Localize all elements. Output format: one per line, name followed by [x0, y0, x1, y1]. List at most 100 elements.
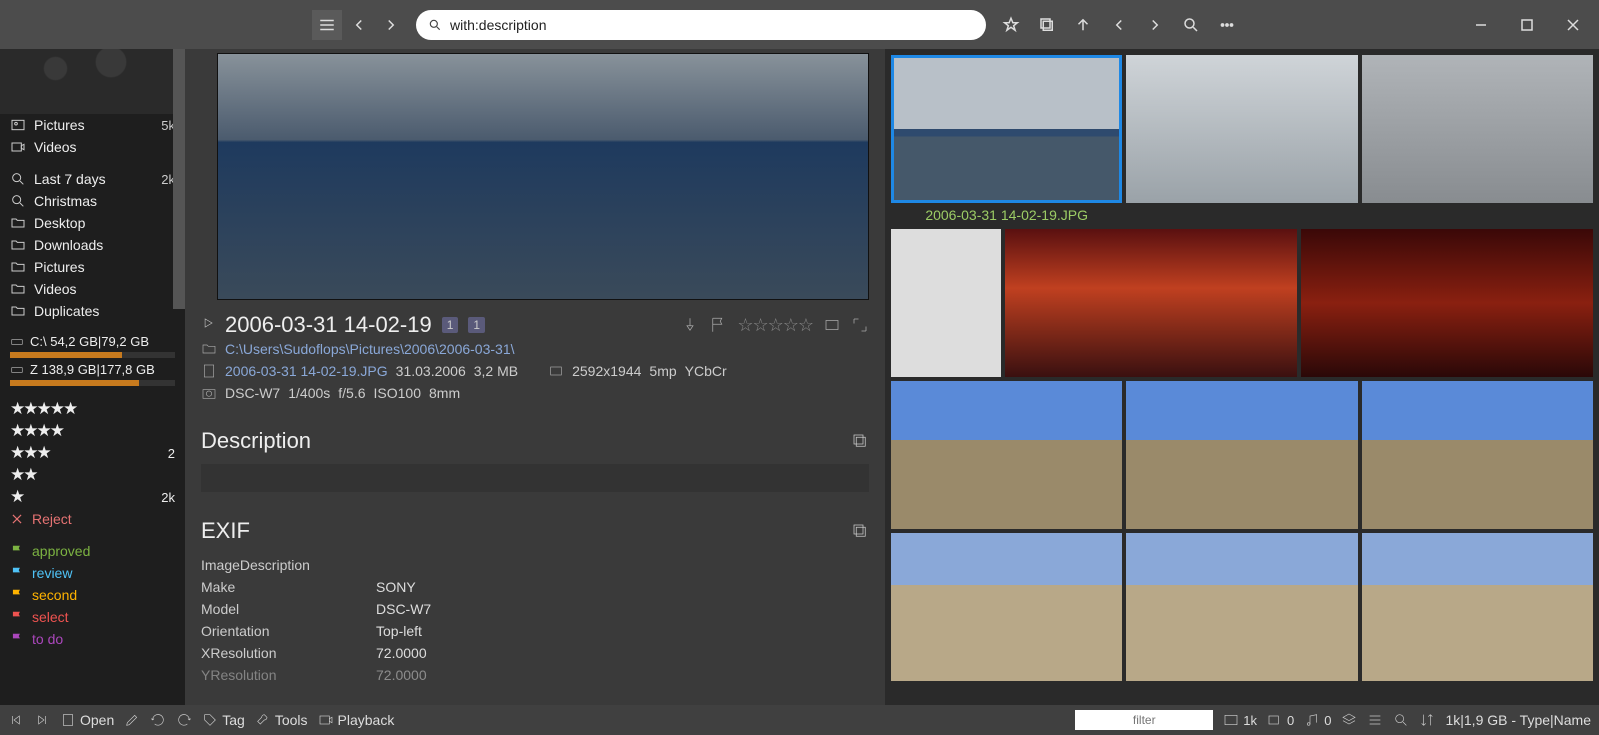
file-icon	[201, 363, 217, 379]
flag-todo[interactable]: to do	[0, 628, 185, 650]
rating-2[interactable]: ★★	[0, 464, 185, 486]
thumbnail[interactable]	[1301, 229, 1593, 377]
label: Videos	[34, 139, 175, 155]
rotate-right-button[interactable]	[176, 712, 192, 728]
minimize-button[interactable]	[1461, 10, 1501, 40]
copy-icon[interactable]	[851, 432, 869, 450]
sidebar-item-videos-folder[interactable]: Videos	[0, 278, 185, 300]
back-button[interactable]	[344, 10, 374, 40]
sidebar-item-last7days[interactable]: Last 7 days2k	[0, 168, 185, 190]
flag-icon	[10, 610, 24, 624]
camera-model: DSC-W7	[225, 385, 280, 401]
thumbnail[interactable]	[1126, 381, 1357, 529]
path-link[interactable]: C:\Users\Sudoflops\Pictures\2006\2006-03…	[225, 341, 515, 357]
sidebar-item-videos[interactable]: Videos	[0, 136, 185, 158]
first-button[interactable]	[8, 712, 24, 728]
rotate-left-button[interactable]	[150, 712, 166, 728]
map-thumbnail[interactable]	[0, 49, 185, 114]
sidebar-item-pictures-folder[interactable]: Pictures	[0, 256, 185, 278]
thumbnail[interactable]	[891, 533, 1122, 681]
flag-second[interactable]: second	[0, 584, 185, 606]
thumbnail[interactable]	[891, 229, 1001, 377]
play-button[interactable]	[201, 316, 215, 335]
window-icon[interactable]	[823, 316, 841, 334]
playback-button[interactable]: Playback	[318, 712, 395, 728]
copy-button[interactable]	[1032, 10, 1062, 40]
file-size: 3,2 MB	[474, 363, 518, 379]
menu-button[interactable]	[312, 10, 342, 40]
drive-z[interactable]: Z 138,9 GB|177,8 GB	[0, 360, 185, 388]
maximize-button[interactable]	[1507, 10, 1547, 40]
close-button[interactable]	[1553, 10, 1593, 40]
badge: 1	[442, 317, 459, 333]
sidebar-item-christmas[interactable]: Christmas	[0, 190, 185, 212]
sidebar-scrollbar[interactable]	[173, 49, 185, 309]
expand-icon[interactable]	[851, 316, 869, 334]
copy-icon[interactable]	[851, 522, 869, 540]
thumbnail[interactable]	[1362, 55, 1593, 203]
tag-button[interactable]: Tag	[202, 712, 245, 728]
sidebar-item-desktop[interactable]: Desktop	[0, 212, 185, 234]
zoom-button[interactable]	[1393, 712, 1409, 728]
iso: ISO100	[374, 385, 421, 401]
edit-button[interactable]	[124, 712, 140, 728]
up-button[interactable]	[1068, 10, 1098, 40]
favorite-button[interactable]	[996, 10, 1026, 40]
reject-button[interactable]: Reject	[0, 508, 185, 530]
flag-select[interactable]: select	[0, 606, 185, 628]
search-toggle[interactable]	[1176, 10, 1206, 40]
sidebar: Pictures 5k Videos Last 7 days2k Christm…	[0, 49, 185, 705]
forward-button[interactable]	[376, 10, 406, 40]
thumbnail[interactable]	[1005, 229, 1297, 377]
rating-3[interactable]: ★★★2	[0, 442, 185, 464]
flag-icon	[10, 588, 24, 602]
flag-icon	[10, 632, 24, 646]
more-button[interactable]	[1212, 10, 1242, 40]
filename-link[interactable]: 2006-03-31 14-02-19.JPG	[225, 363, 388, 379]
drive-icon	[10, 363, 24, 377]
exif-row: ImageDescription	[201, 554, 869, 576]
next-button[interactable]	[1140, 10, 1170, 40]
rating-1[interactable]: ★2k	[0, 486, 185, 508]
flag-icon[interactable]	[709, 316, 727, 334]
file-date: 31.03.2006	[396, 363, 466, 379]
list-view-button[interactable]	[1367, 712, 1383, 728]
preview-image[interactable]	[217, 53, 869, 300]
filter-input[interactable]	[1075, 710, 1213, 730]
description-field[interactable]	[201, 464, 869, 492]
thumbnail[interactable]	[1362, 381, 1593, 529]
thumbnail[interactable]	[891, 381, 1122, 529]
thumbnail[interactable]	[1126, 55, 1357, 203]
folder-icon	[10, 281, 26, 297]
bottombar: Open Tag Tools Playback 1k 0 0 1k|1,9 GB…	[0, 705, 1599, 735]
rating-5[interactable]: ★★★★★	[0, 398, 185, 420]
pin-icon[interactable]	[681, 316, 699, 334]
layers-button[interactable]	[1341, 712, 1357, 728]
thumbnail-filename: 2006-03-31 14-02-19.JPG	[891, 207, 1122, 223]
last-button[interactable]	[34, 712, 50, 728]
exif-row: ModelDSC-W7	[201, 598, 869, 620]
open-button[interactable]: Open	[60, 712, 114, 728]
prev-button[interactable]	[1104, 10, 1134, 40]
thumbnail[interactable]	[1126, 533, 1357, 681]
search-input[interactable]	[450, 17, 974, 33]
rating-4[interactable]: ★★★★	[0, 420, 185, 442]
aperture: f/5.6	[338, 385, 365, 401]
search-icon	[10, 171, 26, 187]
badge: 1	[468, 317, 485, 333]
search-icon	[428, 18, 442, 32]
search-box[interactable]	[416, 10, 986, 40]
x-icon	[10, 512, 24, 526]
exif-row: OrientationTop-left	[201, 620, 869, 642]
thumbnail[interactable]	[1362, 533, 1593, 681]
sort-button[interactable]	[1419, 712, 1435, 728]
drive-c[interactable]: C:\ 54,2 GB|79,2 GB	[0, 332, 185, 360]
sidebar-item-pictures[interactable]: Pictures 5k	[0, 114, 185, 136]
sidebar-item-downloads[interactable]: Downloads	[0, 234, 185, 256]
flag-approved[interactable]: approved	[0, 540, 185, 562]
sidebar-item-duplicates[interactable]: Duplicates	[0, 300, 185, 322]
flag-review[interactable]: review	[0, 562, 185, 584]
tools-button[interactable]: Tools	[255, 712, 308, 728]
rating-stars[interactable]: ☆☆☆☆☆	[737, 315, 813, 336]
thumbnail[interactable]: 2006-03-31 14-02-19.JPG	[891, 55, 1122, 203]
